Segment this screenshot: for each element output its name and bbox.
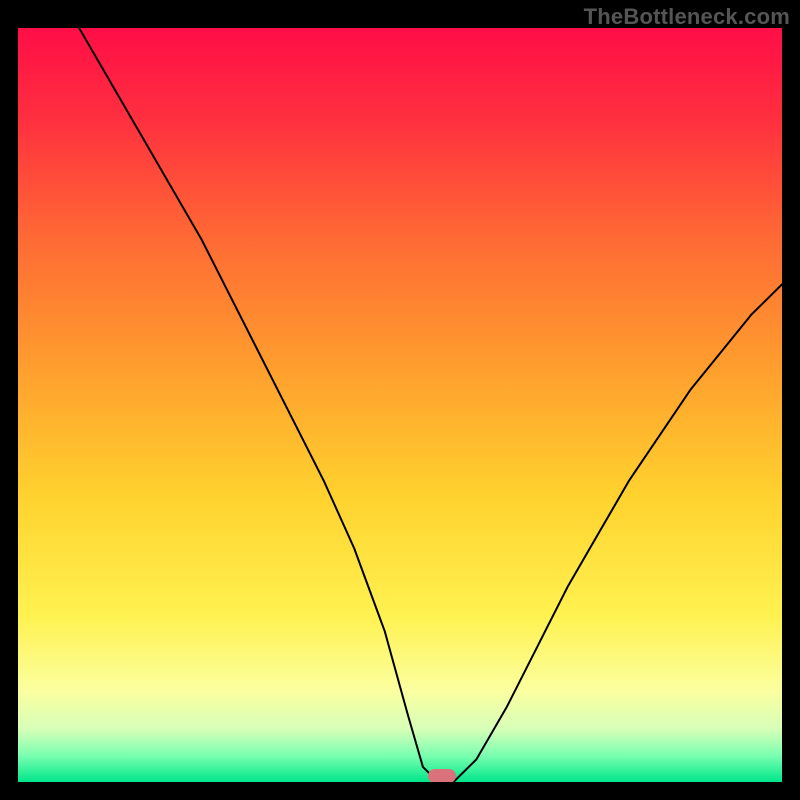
chart-frame: TheBottleneck.com	[0, 0, 800, 800]
plot-area	[18, 28, 782, 782]
bottleneck-curve	[18, 28, 782, 782]
watermark-text: TheBottleneck.com	[584, 4, 790, 30]
optimal-point-marker	[428, 769, 456, 782]
